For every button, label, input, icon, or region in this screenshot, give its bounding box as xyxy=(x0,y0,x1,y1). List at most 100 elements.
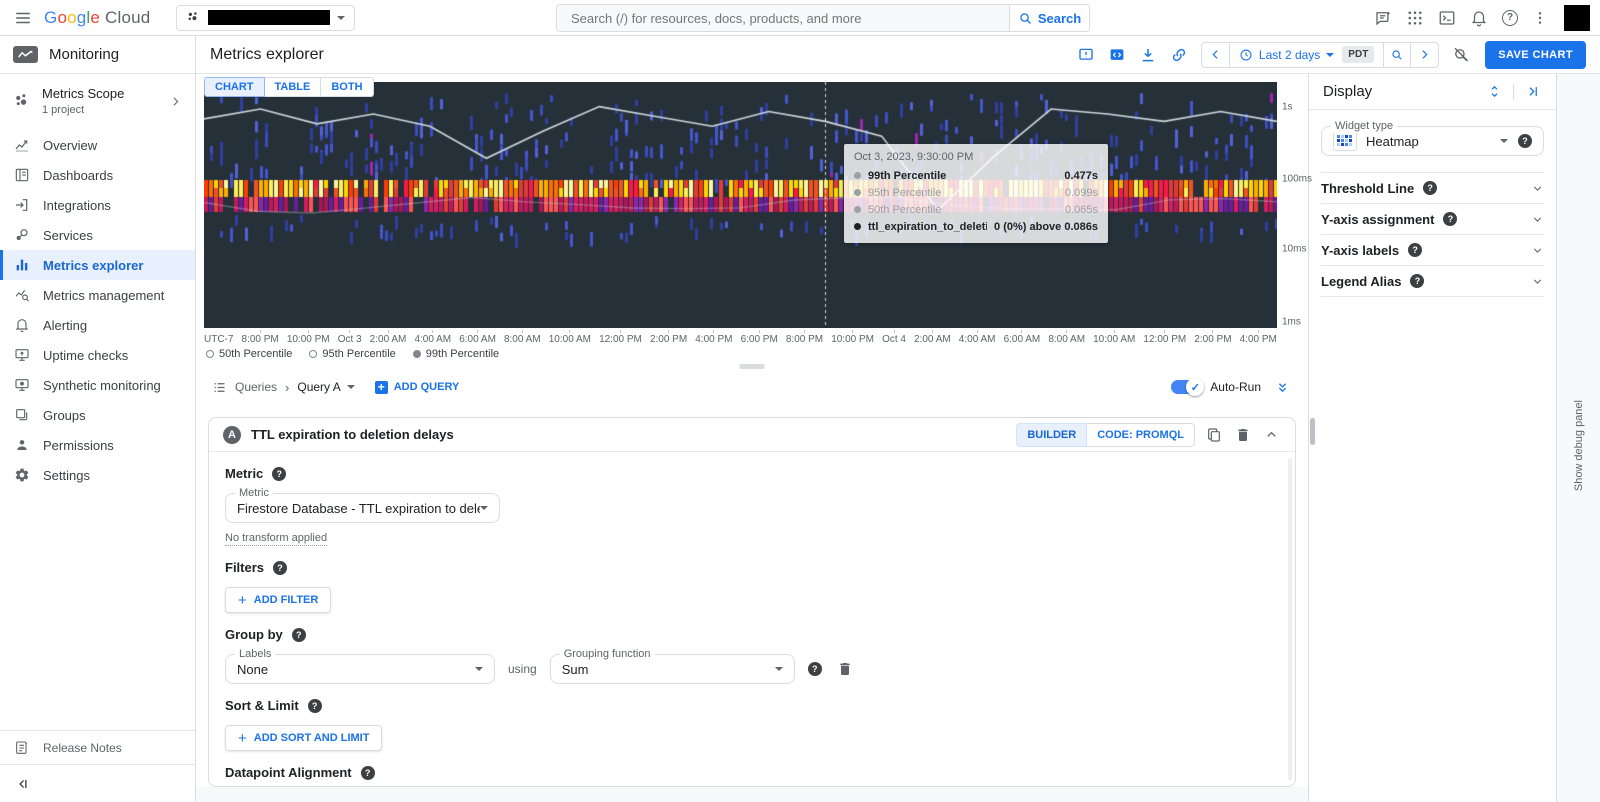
chart-resize-handle[interactable] xyxy=(196,360,1308,373)
legend-item-50th-percentile[interactable]: 50th Percentile xyxy=(206,348,292,360)
heatmap-plot[interactable]: Oct 3, 2023, 9:30:00 PM 99th Percentile0… xyxy=(204,82,1277,328)
query-selector[interactable]: Query A xyxy=(297,380,354,394)
duplicate-query-icon[interactable] xyxy=(1204,425,1224,445)
legend-item-99th-percentile[interactable]: 99th Percentile xyxy=(413,348,499,360)
time-back-icon[interactable] xyxy=(1202,43,1229,67)
sidebar-item-integrations[interactable]: Integrations xyxy=(0,190,195,220)
project-selector[interactable] xyxy=(176,5,355,31)
time-forward-icon[interactable] xyxy=(1411,43,1438,67)
tab-table[interactable]: TABLE xyxy=(265,77,322,97)
hamburger-menu-icon[interactable] xyxy=(10,5,36,31)
content-scrollbar[interactable] xyxy=(1310,418,1315,445)
feedback-icon[interactable] xyxy=(1370,5,1396,31)
help-icon[interactable] xyxy=(308,699,322,713)
help-icon[interactable] xyxy=(1518,134,1532,148)
auto-run-toggle[interactable] xyxy=(1171,380,1201,394)
sidebar-item-alerting[interactable]: Alerting xyxy=(0,310,195,340)
help-icon[interactable] xyxy=(1443,212,1457,226)
x-tick-label: 4:00 AM xyxy=(414,330,451,345)
query-title: TTL expiration to deletion delays xyxy=(251,427,454,442)
collapse-query-icon[interactable] xyxy=(1262,425,1281,444)
group-by-labels-dropdown[interactable]: Labels None xyxy=(225,654,495,684)
sidebar-item-services[interactable]: Services xyxy=(0,220,195,250)
x-tick-label: 4:00 PM xyxy=(695,330,732,345)
content: CHARTTABLEBOTH Oct 3, 2023, 9:30:00 PM 9… xyxy=(196,74,1600,802)
add-query-button[interactable]: ADD QUERY xyxy=(375,381,460,394)
sidebar-item-groups[interactable]: Groups xyxy=(0,400,195,430)
sidebar-item-overview[interactable]: Overview xyxy=(0,130,195,160)
using-label: using xyxy=(508,662,537,676)
tooltip-timestamp: Oct 3, 2023, 9:30:00 PM xyxy=(854,151,1098,163)
display-section-legend-alias[interactable]: Legend Alias xyxy=(1321,265,1544,296)
cloud-shell-icon[interactable] xyxy=(1434,5,1460,31)
toggle-check-icon xyxy=(1186,378,1204,396)
help-icon[interactable] xyxy=(1423,181,1437,195)
unfold-sections-icon[interactable] xyxy=(1485,82,1504,101)
queries-list-icon[interactable] xyxy=(212,380,227,395)
card-scrollbar[interactable] xyxy=(1288,458,1292,780)
sidebar-item-dashboards[interactable]: Dashboards xyxy=(0,160,195,190)
help-icon[interactable] xyxy=(1410,274,1424,288)
collapse-sidebar-button[interactable] xyxy=(0,764,195,802)
display-section-y-axis-assignment[interactable]: Y-axis assignment xyxy=(1321,203,1544,234)
download-icon[interactable] xyxy=(1137,44,1159,66)
sidebar-item-synthetic-monitoring[interactable]: Synthetic monitoring xyxy=(0,370,195,400)
sidebar-item-permissions[interactable]: Permissions xyxy=(0,430,195,460)
display-panel-sections: Threshold LineY-axis assignmentY-axis la… xyxy=(1321,172,1544,297)
heatmap-canvas[interactable] xyxy=(204,82,1277,328)
help-icon[interactable] xyxy=(292,628,306,642)
sidebar-item-metrics-management[interactable]: Metrics management xyxy=(0,280,195,310)
show-debug-panel-button[interactable]: Show debug panel xyxy=(1573,400,1585,491)
help-icon[interactable] xyxy=(361,766,375,780)
embed-code-icon[interactable] xyxy=(1106,44,1128,66)
notifications-bell-icon[interactable] xyxy=(1466,5,1492,31)
x-tick-label: 6:00 PM xyxy=(741,330,778,345)
delete-query-icon[interactable] xyxy=(1233,425,1253,445)
settings-icon xyxy=(14,467,30,483)
sidebar-item-settings[interactable]: Settings xyxy=(0,460,195,490)
metrics-scope-selector[interactable]: Metrics Scope 1 project xyxy=(0,74,195,128)
display-section-y-axis-labels[interactable]: Y-axis labels xyxy=(1321,234,1544,265)
more-vert-icon[interactable] xyxy=(1528,6,1552,30)
time-range-selector[interactable]: Last 2 days PDT xyxy=(1229,43,1384,67)
dashboards-icon xyxy=(14,167,30,183)
page-header: Metrics explorer xyxy=(196,36,1600,74)
metric-dropdown[interactable]: Metric Firestore Database - TTL expirati… xyxy=(225,493,500,523)
collapse-panel-right-icon[interactable] xyxy=(1523,82,1542,101)
add-filter-button[interactable]: +ADD FILTER xyxy=(225,587,331,613)
chevron-down-icon xyxy=(1531,244,1544,257)
builder-mode-tab[interactable]: BUILDER xyxy=(1016,423,1087,447)
help-icon[interactable] xyxy=(273,561,287,575)
help-icon[interactable] xyxy=(1498,6,1522,30)
grouping-function-dropdown[interactable]: Grouping function Sum xyxy=(550,654,795,684)
delete-group-by-icon[interactable] xyxy=(835,659,855,679)
sidebar-item-metrics-explorer[interactable]: Metrics explorer xyxy=(0,250,195,280)
apps-grid-icon[interactable] xyxy=(1402,5,1428,31)
release-notes-link[interactable]: Release Notes xyxy=(0,730,195,764)
legend-item-95th-percentile[interactable]: 95th Percentile xyxy=(309,348,395,360)
query-letter-badge: A xyxy=(223,426,241,444)
sidebar-item-uptime-checks[interactable]: Uptime checks xyxy=(0,340,195,370)
chart-feedback-icon[interactable] xyxy=(1075,44,1097,66)
widget-type-dropdown[interactable]: Widget type Heatmap xyxy=(1321,126,1544,156)
alerting-icon xyxy=(14,317,30,333)
zoom-disabled-icon[interactable] xyxy=(1450,44,1472,66)
copy-link-icon[interactable] xyxy=(1168,44,1190,66)
search-input[interactable] xyxy=(557,5,1009,31)
save-chart-button[interactable]: SAVE CHART xyxy=(1485,41,1586,69)
queries-breadcrumb[interactable]: Queries xyxy=(235,380,277,394)
help-icon[interactable] xyxy=(1408,243,1422,257)
display-section-threshold-line[interactable]: Threshold Line xyxy=(1321,172,1544,203)
tab-both[interactable]: BOTH xyxy=(321,77,373,97)
search-button[interactable]: Search xyxy=(1009,5,1089,31)
collapse-all-queries-icon[interactable] xyxy=(1273,378,1292,397)
add-sort-and-limit-button[interactable]: +ADD SORT AND LIMIT xyxy=(225,725,382,751)
tab-chart[interactable]: CHART xyxy=(204,77,265,97)
help-icon[interactable] xyxy=(272,467,286,481)
zoom-time-icon[interactable] xyxy=(1384,43,1411,67)
avatar[interactable] xyxy=(1564,5,1590,31)
legend-marker xyxy=(206,350,214,358)
code-promql-mode-tab[interactable]: CODE: PROMQL xyxy=(1087,423,1195,447)
auto-run-control: Auto-Run xyxy=(1171,380,1261,394)
help-icon[interactable] xyxy=(808,662,822,676)
